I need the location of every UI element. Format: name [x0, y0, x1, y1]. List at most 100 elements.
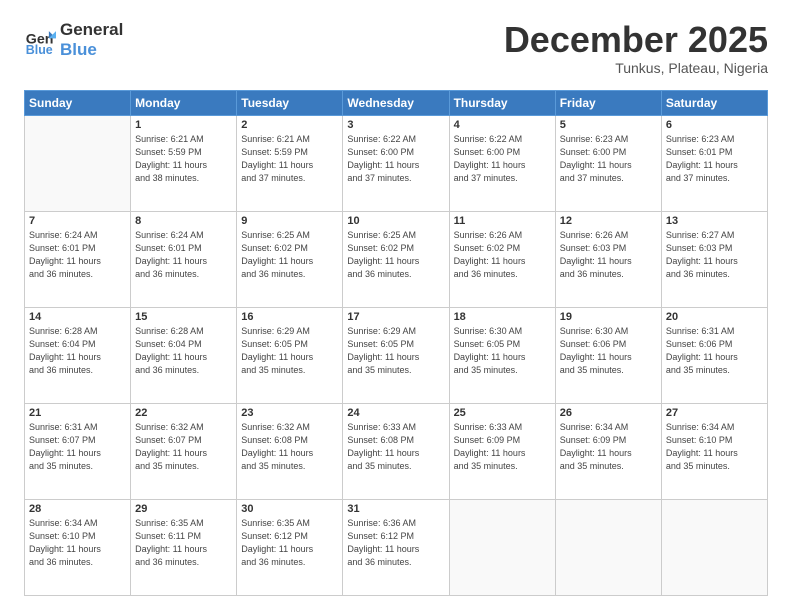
- logo-blue: Blue: [60, 40, 123, 60]
- title-block: December 2025 Tunkus, Plateau, Nigeria: [504, 20, 768, 76]
- calendar-day-cell: 21Sunrise: 6:31 AM Sunset: 6:07 PM Dayli…: [25, 403, 131, 499]
- calendar-table: SundayMondayTuesdayWednesdayThursdayFrid…: [24, 90, 768, 596]
- calendar-day-cell: 15Sunrise: 6:28 AM Sunset: 6:04 PM Dayli…: [131, 307, 237, 403]
- day-info: Sunrise: 6:35 AM Sunset: 6:11 PM Dayligh…: [135, 517, 232, 569]
- calendar-day-cell: 31 Sunrise: 6:36 AM Sunset: 6:12 PM Dayli…: [343, 499, 449, 595]
- day-info: Sunrise: 6:34 AM Sunset: 6:09 PM Dayligh…: [560, 421, 657, 473]
- calendar-day-cell: 27 Sunrise: 6:34 AM Sunset: 6:10 PM Dayli…: [661, 403, 767, 499]
- day-number: 10: [347, 215, 444, 227]
- calendar-day-cell: 12 Sunrise: 6:26 AM Sunset: 6:03 PM Dayli…: [555, 211, 661, 307]
- calendar-day-cell: 9Sunrise: 6:25 AM Sunset: 6:02 PM Daylig…: [237, 211, 343, 307]
- day-info: Sunrise: 6:33 AM Sunset: 6:09 PM Dayligh…: [454, 421, 551, 473]
- calendar-day-cell: 5 Sunrise: 6:23 AM Sunset: 6:00 PM Daylig…: [555, 115, 661, 211]
- day-number: 23: [241, 407, 338, 419]
- day-number: 13: [666, 215, 763, 227]
- col-header-saturday: Saturday: [661, 90, 767, 115]
- calendar-day-cell: 2 Sunrise: 6:21 AM Sunset: 5:59 PM Daylig…: [237, 115, 343, 211]
- day-info: Sunrise: 6:21 AM Sunset: 5:59 PM Dayligh…: [135, 133, 232, 185]
- logo-icon: Gen Blue: [24, 24, 56, 56]
- day-number: 12: [560, 215, 657, 227]
- day-number: 4: [454, 119, 551, 131]
- day-info: Sunrise: 6:26 AM Sunset: 6:02 PM Dayligh…: [454, 229, 551, 281]
- day-info: Sunrise: 6:21 AM Sunset: 5:59 PM Dayligh…: [241, 133, 338, 185]
- col-header-monday: Monday: [131, 90, 237, 115]
- location-subtitle: Tunkus, Plateau, Nigeria: [504, 60, 768, 76]
- col-header-thursday: Thursday: [449, 90, 555, 115]
- day-info: Sunrise: 6:30 AM Sunset: 6:06 PM Dayligh…: [560, 325, 657, 377]
- day-info: Sunrise: 6:31 AM Sunset: 6:06 PM Dayligh…: [666, 325, 763, 377]
- day-info: Sunrise: 6:30 AM Sunset: 6:05 PM Dayligh…: [454, 325, 551, 377]
- day-number: 8: [135, 215, 232, 227]
- col-header-friday: Friday: [555, 90, 661, 115]
- day-number: 27: [666, 407, 763, 419]
- header: Gen Blue General Blue December 2025 Tunk…: [24, 20, 768, 76]
- calendar-day-cell: 18 Sunrise: 6:30 AM Sunset: 6:05 PM Dayli…: [449, 307, 555, 403]
- day-info: Sunrise: 6:24 AM Sunset: 6:01 PM Dayligh…: [29, 229, 126, 281]
- calendar-day-cell: [449, 499, 555, 595]
- day-info: Sunrise: 6:29 AM Sunset: 6:05 PM Dayligh…: [241, 325, 338, 377]
- calendar-day-cell: 3 Sunrise: 6:22 AM Sunset: 6:00 PM Daylig…: [343, 115, 449, 211]
- day-info: Sunrise: 6:32 AM Sunset: 6:07 PM Dayligh…: [135, 421, 232, 473]
- logo-general: General: [60, 20, 123, 40]
- day-number: 28: [29, 503, 126, 515]
- calendar-day-cell: 13Sunrise: 6:27 AM Sunset: 6:03 PM Dayli…: [661, 211, 767, 307]
- day-number: 22: [135, 407, 232, 419]
- calendar-day-cell: 7 Sunrise: 6:24 AM Sunset: 6:01 PM Daylig…: [25, 211, 131, 307]
- calendar-day-cell: 29 Sunrise: 6:35 AM Sunset: 6:11 PM Dayli…: [131, 499, 237, 595]
- day-info: Sunrise: 6:23 AM Sunset: 6:01 PM Dayligh…: [666, 133, 763, 185]
- day-info: Sunrise: 6:25 AM Sunset: 6:02 PM Dayligh…: [241, 229, 338, 281]
- calendar-day-cell: 4 Sunrise: 6:22 AM Sunset: 6:00 PM Daylig…: [449, 115, 555, 211]
- day-info: Sunrise: 6:34 AM Sunset: 6:10 PM Dayligh…: [666, 421, 763, 473]
- calendar-day-cell: 8Sunrise: 6:24 AM Sunset: 6:01 PM Daylig…: [131, 211, 237, 307]
- day-number: 7: [29, 215, 126, 227]
- day-info: Sunrise: 6:36 AM Sunset: 6:12 PM Dayligh…: [347, 517, 444, 569]
- day-number: 14: [29, 311, 126, 323]
- day-info: Sunrise: 6:23 AM Sunset: 6:00 PM Dayligh…: [560, 133, 657, 185]
- day-number: 21: [29, 407, 126, 419]
- col-header-tuesday: Tuesday: [237, 90, 343, 115]
- day-number: 1: [135, 119, 232, 131]
- calendar-day-cell: 25Sunrise: 6:33 AM Sunset: 6:09 PM Dayli…: [449, 403, 555, 499]
- day-number: 17: [347, 311, 444, 323]
- day-number: 26: [560, 407, 657, 419]
- day-info: Sunrise: 6:34 AM Sunset: 6:10 PM Dayligh…: [29, 517, 126, 569]
- day-info: Sunrise: 6:35 AM Sunset: 6:12 PM Dayligh…: [241, 517, 338, 569]
- calendar-week-row: 28 Sunrise: 6:34 AM Sunset: 6:10 PM Dayli…: [25, 499, 768, 595]
- calendar-day-cell: 22 Sunrise: 6:32 AM Sunset: 6:07 PM Dayli…: [131, 403, 237, 499]
- calendar-day-cell: 30 Sunrise: 6:35 AM Sunset: 6:12 PM Dayli…: [237, 499, 343, 595]
- calendar-day-cell: 19Sunrise: 6:30 AM Sunset: 6:06 PM Dayli…: [555, 307, 661, 403]
- calendar-day-cell: 6Sunrise: 6:23 AM Sunset: 6:01 PM Daylig…: [661, 115, 767, 211]
- day-number: 30: [241, 503, 338, 515]
- calendar-day-cell: 28 Sunrise: 6:34 AM Sunset: 6:10 PM Dayli…: [25, 499, 131, 595]
- day-number: 29: [135, 503, 232, 515]
- day-number: 11: [454, 215, 551, 227]
- day-number: 18: [454, 311, 551, 323]
- calendar-day-cell: 16 Sunrise: 6:29 AM Sunset: 6:05 PM Dayli…: [237, 307, 343, 403]
- calendar-day-cell: [661, 499, 767, 595]
- day-info: Sunrise: 6:22 AM Sunset: 6:00 PM Dayligh…: [454, 133, 551, 185]
- calendar-day-cell: 14Sunrise: 6:28 AM Sunset: 6:04 PM Dayli…: [25, 307, 131, 403]
- calendar-day-cell: 23 Sunrise: 6:32 AM Sunset: 6:08 PM Dayli…: [237, 403, 343, 499]
- calendar-day-cell: [555, 499, 661, 595]
- day-info: Sunrise: 6:25 AM Sunset: 6:02 PM Dayligh…: [347, 229, 444, 281]
- calendar-header-row: SundayMondayTuesdayWednesdayThursdayFrid…: [25, 90, 768, 115]
- day-number: 2: [241, 119, 338, 131]
- day-number: 5: [560, 119, 657, 131]
- col-header-wednesday: Wednesday: [343, 90, 449, 115]
- calendar-day-cell: 26 Sunrise: 6:34 AM Sunset: 6:09 PM Dayli…: [555, 403, 661, 499]
- calendar-day-cell: [25, 115, 131, 211]
- day-number: 3: [347, 119, 444, 131]
- day-info: Sunrise: 6:33 AM Sunset: 6:08 PM Dayligh…: [347, 421, 444, 473]
- calendar-day-cell: 24 Sunrise: 6:33 AM Sunset: 6:08 PM Dayli…: [343, 403, 449, 499]
- calendar-day-cell: 11 Sunrise: 6:26 AM Sunset: 6:02 PM Dayli…: [449, 211, 555, 307]
- day-number: 16: [241, 311, 338, 323]
- day-number: 31: [347, 503, 444, 515]
- day-info: Sunrise: 6:22 AM Sunset: 6:00 PM Dayligh…: [347, 133, 444, 185]
- calendar-day-cell: 17Sunrise: 6:29 AM Sunset: 6:05 PM Dayli…: [343, 307, 449, 403]
- day-info: Sunrise: 6:28 AM Sunset: 6:04 PM Dayligh…: [135, 325, 232, 377]
- calendar-week-row: 14 Sunrise: 6:28 AM Sunset: 6:04 PM Dayli…: [25, 307, 768, 403]
- day-info: Sunrise: 6:26 AM Sunset: 6:03 PM Dayligh…: [560, 229, 657, 281]
- day-number: 24: [347, 407, 444, 419]
- day-info: Sunrise: 6:32 AM Sunset: 6:08 PM Dayligh…: [241, 421, 338, 473]
- calendar-week-row: 1 Sunrise: 6:21 AM Sunset: 5:59 PM Daylig…: [25, 115, 768, 211]
